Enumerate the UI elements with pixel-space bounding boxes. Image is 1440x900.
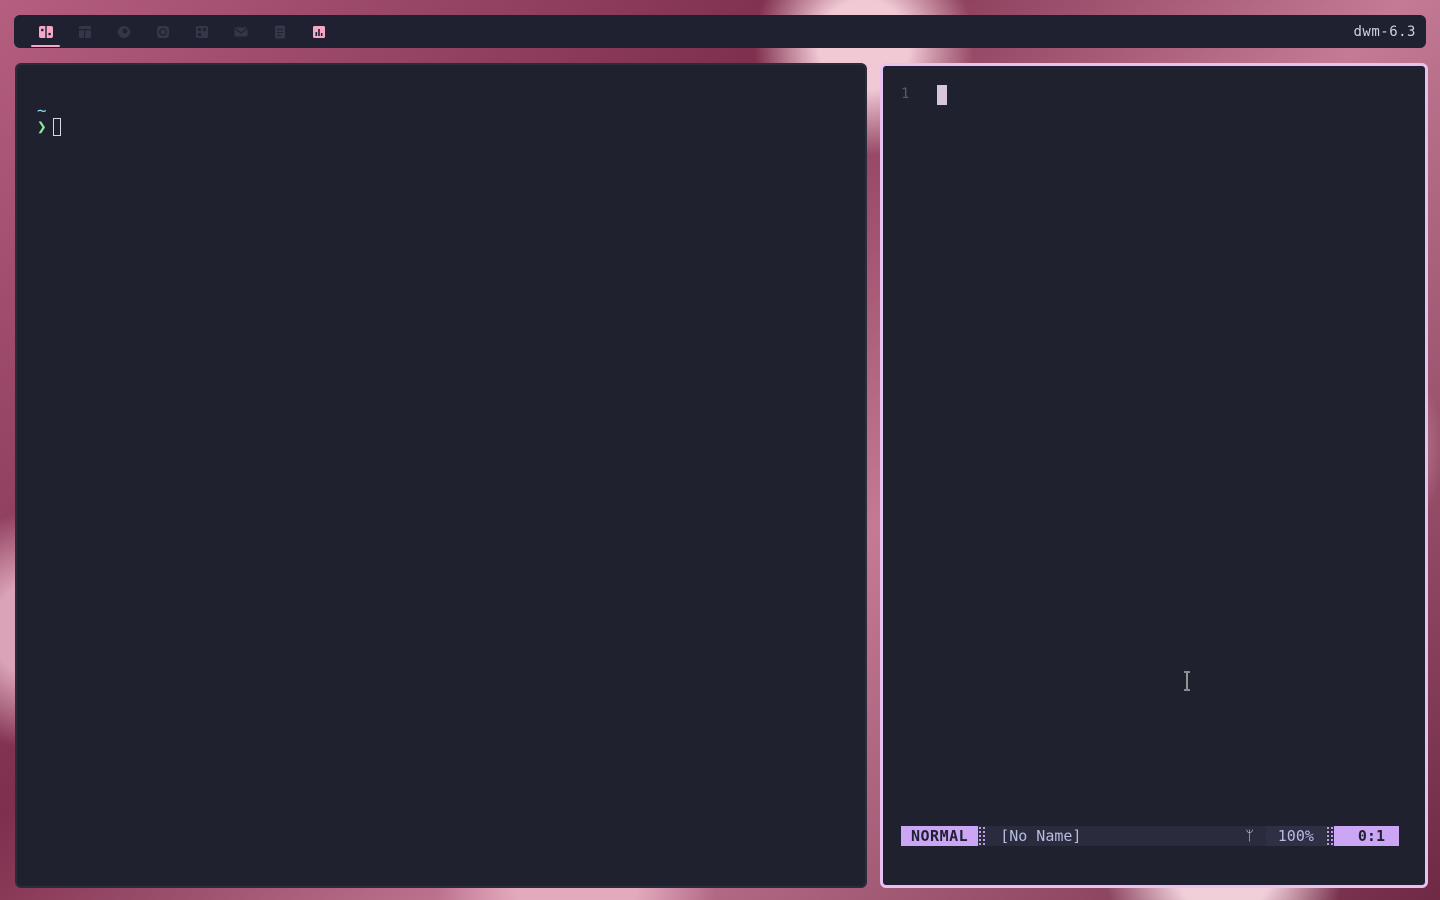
document-icon bbox=[274, 25, 285, 38]
terminal-cwd: ~ bbox=[37, 101, 47, 120]
terminal-window[interactable]: ~ ❯ bbox=[15, 63, 867, 888]
tag-3[interactable] bbox=[104, 15, 143, 48]
firefox-icon bbox=[117, 25, 130, 38]
separator-dots-2 bbox=[1325, 826, 1334, 846]
mode-indicator: NORMAL bbox=[901, 826, 979, 846]
prompt-line[interactable]: ❯ bbox=[37, 117, 61, 137]
refresh-icon bbox=[156, 25, 169, 38]
prompt-symbol: ❯ bbox=[37, 117, 47, 136]
tag-5[interactable] bbox=[182, 15, 221, 48]
tag-list bbox=[26, 15, 338, 48]
tag-7[interactable] bbox=[260, 15, 299, 48]
terminal-content[interactable]: ~ ❯ bbox=[37, 101, 61, 137]
mail-icon bbox=[234, 27, 247, 36]
dwm-bar: dwm-6.3 bbox=[14, 15, 1426, 48]
wm-version-label: dwm-6.3 bbox=[1353, 23, 1416, 40]
tag-2[interactable] bbox=[65, 15, 104, 48]
filename-label: [No Name] bbox=[1000, 827, 1082, 845]
editor-cursor bbox=[937, 85, 947, 105]
cursor-position: 0:1 bbox=[1333, 826, 1399, 846]
tag-8[interactable] bbox=[299, 15, 338, 48]
tag-1[interactable] bbox=[26, 15, 65, 48]
git-branch-icon: ᛘ bbox=[1245, 828, 1254, 844]
terminal-cursor bbox=[52, 118, 61, 136]
scroll-percent: 100% bbox=[1265, 826, 1326, 846]
split-panel-icon bbox=[38, 25, 53, 38]
bar-chart-icon bbox=[312, 25, 325, 38]
browser-window-icon bbox=[78, 25, 91, 38]
separator-dots bbox=[978, 826, 987, 846]
mouse-ibeam-icon bbox=[1184, 671, 1190, 691]
line-number: 1 bbox=[901, 86, 910, 102]
tag-6[interactable] bbox=[221, 15, 260, 48]
editor-window[interactable]: 1 NORMAL [No Name] ᛘ 100% 0:1 bbox=[880, 63, 1428, 888]
tag-4[interactable] bbox=[143, 15, 182, 48]
vim-statusline: NORMAL [No Name] ᛘ 100% 0:1 bbox=[901, 826, 1399, 846]
terminal-grid-icon bbox=[195, 25, 208, 38]
